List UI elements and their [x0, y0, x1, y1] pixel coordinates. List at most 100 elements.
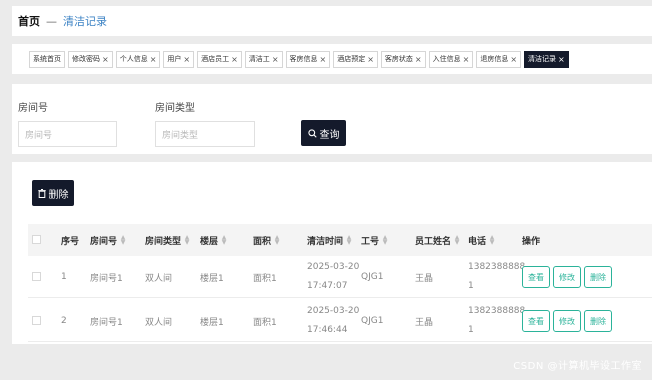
cell-area: 面积1 [253, 317, 277, 328]
cell-phone: 1382388888 1 [468, 256, 525, 298]
tab-tag-label: 酒店预定 [337, 55, 366, 63]
cell-phone-line: 1 [468, 325, 474, 335]
column-header-floor[interactable]: 楼层 ▲ ▼ [200, 224, 227, 256]
query-button[interactable]: 查询 [301, 120, 346, 146]
column-header-phone[interactable]: 电话 ▲ ▼ [468, 224, 495, 256]
table-header: 序号 房间号 ▲ ▼ 房间类型 ▲ ▼ 楼层 ▲ ▼ 面积 ▲ ▼ 清洁时间 ▲ ▼ 工号 ▲ ▼ 员工… [28, 224, 652, 256]
breadcrumb: 首页 — 清洁记录 [12, 6, 652, 36]
tab-tag[interactable]: 入住信息 × [428, 50, 474, 68]
tab-tag-label: 退房信息 [480, 55, 509, 63]
cell-staff-name: 王晶 [415, 317, 434, 328]
cell-staff-name: 王晶 [415, 273, 434, 284]
table-row: 2 房间号1 双人间 楼层1 面积1 2025-03-20 17:46:44 QJG1 王晶 13… [28, 300, 652, 342]
page: 首页 — 清洁记录 系统首页 修改密码 × 个人信息 × 用户 × 酒店员工 × 清洁工 × 客房信息… [0, 0, 652, 380]
close-icon[interactable]: × [367, 55, 374, 64]
cell-phone-line: 1382388888 [468, 306, 526, 316]
cell-room-no: 房间号1 [90, 317, 123, 328]
column-header-actions: 操作 [522, 236, 541, 247]
close-icon[interactable]: × [510, 55, 517, 64]
tab-tag-label: 清洁工 [248, 55, 270, 63]
close-icon[interactable]: × [102, 55, 109, 64]
close-icon[interactable]: × [558, 55, 565, 64]
tab-tag-label: 入住信息 [432, 55, 461, 63]
tab-tag[interactable]: 客房状态 × [380, 50, 426, 68]
column-header-room-no[interactable]: 房间号 ▲ ▼ [90, 224, 126, 256]
sort-icon[interactable]: ▲ ▼ [382, 235, 388, 246]
close-icon[interactable]: × [415, 55, 422, 64]
search-icon [307, 128, 317, 138]
cell-room-type: 双人间 [145, 273, 173, 284]
close-icon[interactable]: × [463, 55, 470, 64]
delete-button[interactable]: 删除 [32, 180, 74, 206]
column-header-staff-id[interactable]: 工号 ▲ ▼ [361, 224, 388, 256]
cell-staff-id: QJG1 [361, 272, 384, 282]
column-header-clean-time[interactable]: 清洁时间 ▲ ▼ [307, 224, 352, 256]
column-header-area[interactable]: 面积 ▲ ▼ [253, 224, 280, 256]
cell-room-no: 房间号1 [90, 273, 123, 284]
row-checkbox[interactable] [32, 316, 41, 325]
tab-tag-label: 系统首页 [33, 55, 61, 63]
tab-tag[interactable]: 系统首页 [29, 50, 65, 68]
tab-tag[interactable]: 退房信息 × [476, 50, 522, 68]
close-icon[interactable]: × [320, 55, 327, 64]
cell-room-type: 双人间 [145, 317, 173, 328]
breadcrumb-current: 清洁记录 [63, 15, 107, 28]
tab-tag-label: 客房信息 [289, 55, 318, 63]
tab-tag-label: 客房状态 [384, 55, 413, 63]
tab-tag[interactable]: 酒店员工 × [197, 50, 242, 68]
tab-tag[interactable]: 用户 × [163, 50, 195, 68]
delete-button-label: 删除 [48, 189, 69, 201]
table-panel: 删除 序号 房间号 ▲ ▼ 房间类型 ▲ ▼ 楼层 ▲ ▼ 面积 ▲ ▼ 清洁时间 ▲ ▼ 工号 ▲ ▼… [12, 162, 652, 344]
cell-area: 面积1 [253, 273, 277, 284]
select-all-checkbox[interactable] [32, 235, 41, 244]
edit-button[interactable]: 修改 [553, 310, 581, 332]
close-icon[interactable]: × [272, 55, 279, 64]
tab-tag[interactable]: 客房信息 × [285, 50, 331, 68]
close-icon[interactable]: × [150, 55, 157, 64]
cell-index: 1 [61, 272, 67, 282]
sort-icon[interactable]: ▲ ▼ [454, 235, 460, 246]
watermark: CSDN @计算机毕设工作室 [513, 361, 642, 372]
tab-tag-label: 个人信息 [119, 55, 148, 63]
sort-icon[interactable]: ▲ ▼ [221, 235, 227, 246]
close-icon[interactable]: × [231, 55, 238, 64]
tab-tag-label: 用户 [167, 55, 182, 63]
room-type-label: 房间类型 [155, 103, 195, 114]
row-delete-button[interactable]: 删除 [584, 310, 612, 332]
tab-tag-label: 修改密码 [72, 55, 100, 63]
column-header-index: 序号 [61, 236, 80, 247]
view-button[interactable]: 查看 [522, 310, 550, 332]
column-header-staff-name[interactable]: 员工姓名 ▲ ▼ [415, 224, 460, 256]
tab-tag[interactable]: 个人信息 × [115, 50, 161, 68]
cell-floor: 楼层1 [200, 273, 224, 284]
cell-clean-clock: 17:47:07 [307, 281, 348, 291]
room-type-input[interactable]: 房间类型 [155, 121, 255, 147]
sort-icon[interactable]: ▲ ▼ [184, 235, 190, 246]
breadcrumb-home[interactable]: 首页 [18, 13, 40, 29]
sort-icon[interactable]: ▲ ▼ [274, 235, 280, 246]
cell-phone-line: 1382388888 [468, 262, 526, 272]
tab-tag[interactable]: 酒店预定 × [333, 50, 378, 68]
tab-tag[interactable]: 清洁工 × [244, 50, 283, 68]
room-no-label: 房间号 [18, 103, 48, 114]
tab-tag[interactable]: 修改密码 × [68, 50, 113, 68]
breadcrumb-separator: — [46, 14, 57, 28]
view-button[interactable]: 查看 [522, 266, 550, 288]
cell-clean-date: 2025-03-20 [307, 262, 360, 272]
tab-bar: 系统首页 修改密码 × 个人信息 × 用户 × 酒店员工 × 清洁工 × 客房信息 × 酒店预定 × 客房状态… [12, 44, 652, 74]
cell-staff-id: QJG1 [361, 316, 384, 326]
row-delete-button[interactable]: 删除 [584, 266, 612, 288]
trash-icon [37, 188, 46, 198]
close-icon[interactable]: × [183, 55, 190, 64]
edit-button[interactable]: 修改 [553, 266, 581, 288]
query-button-label: 查询 [319, 129, 340, 141]
cell-floor: 楼层1 [200, 317, 224, 328]
search-panel: 房间号 房间号 房间类型 房间类型 查询 [12, 84, 652, 154]
row-checkbox[interactable] [32, 272, 41, 281]
room-no-input[interactable]: 房间号 [18, 121, 117, 147]
sort-icon[interactable]: ▲ ▼ [120, 235, 126, 246]
column-header-room-type[interactable]: 房间类型 ▲ ▼ [145, 224, 190, 256]
sort-icon[interactable]: ▲ ▼ [489, 235, 495, 246]
sort-icon[interactable]: ▲ ▼ [346, 235, 352, 246]
tab-tag[interactable]: 清洁记录 × [524, 50, 569, 68]
